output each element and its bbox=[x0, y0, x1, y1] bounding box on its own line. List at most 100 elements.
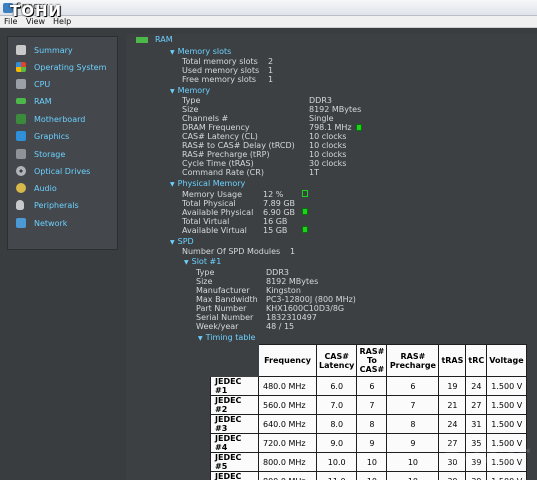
detail-value: Kingston bbox=[266, 286, 301, 295]
timing-cell: 7 bbox=[386, 395, 440, 415]
timing-header: tRAS bbox=[438, 344, 467, 377]
timing-cell: 30 bbox=[438, 471, 467, 480]
timing-cell: 720.0 MHz bbox=[258, 433, 317, 453]
detail-key: Available Physical bbox=[182, 208, 254, 217]
timing-cell: 39 bbox=[465, 471, 488, 480]
timing-cell: 9.0 bbox=[315, 433, 358, 453]
sidebar-item-network[interactable]: Network bbox=[14, 216, 114, 233]
network-icon bbox=[16, 218, 26, 228]
table-row: JEDEC #6 800.0 MHz 11.0 10 10 30 39 1.50… bbox=[210, 471, 527, 480]
detail-value: 1 bbox=[268, 66, 274, 75]
sidebar-item-label: Summary bbox=[34, 46, 73, 55]
timing-cell: 8.0 bbox=[315, 414, 358, 434]
timing-cell: 8 bbox=[386, 414, 440, 434]
detail-key: Size bbox=[196, 277, 213, 286]
detail-value: DDR3 bbox=[309, 96, 332, 105]
timing-header: tRC bbox=[465, 344, 488, 377]
timing-row-label: JEDEC #1 bbox=[210, 376, 259, 396]
sidebar-item-cpu[interactable]: CPU bbox=[14, 77, 114, 94]
timing-cell: 6 bbox=[356, 376, 388, 396]
detail-value: DDR3 bbox=[266, 268, 289, 277]
detail-value: 1 bbox=[268, 75, 274, 84]
timing-cell: 10 bbox=[356, 471, 388, 480]
usage-bar-icon bbox=[302, 208, 308, 215]
timing-cell: 480.0 MHz bbox=[258, 376, 317, 396]
timing-cell: 9 bbox=[356, 433, 388, 453]
detail-key: RAS# to CAS# Delay (tRCD) bbox=[182, 141, 295, 150]
section-spd[interactable]: ▼ SPD bbox=[170, 237, 194, 246]
audio-icon bbox=[16, 183, 26, 193]
sidebar-item-peripherals[interactable]: Peripherals bbox=[14, 198, 114, 215]
detail-key: Used memory slots bbox=[182, 66, 260, 75]
timing-cell: 640.0 MHz bbox=[258, 414, 317, 434]
graphics-icon bbox=[16, 131, 26, 141]
sidebar-item-operating-system[interactable]: Operating System bbox=[14, 60, 114, 77]
detail-key: Total Virtual bbox=[182, 217, 230, 226]
sidebar: Summary Operating System CPU RAM Motherb… bbox=[7, 36, 118, 250]
table-row: JEDEC #3 640.0 MHz 8.0 8 8 24 31 1.500 V bbox=[210, 414, 527, 434]
section-physical-memory[interactable]: ▼ Physical Memory bbox=[170, 179, 245, 188]
timing-cell: 6.0 bbox=[315, 376, 358, 396]
sidebar-item-label: Graphics bbox=[34, 132, 70, 141]
detail-value: 798.1 MHz bbox=[309, 123, 352, 132]
section-title: Slot #1 bbox=[191, 257, 222, 266]
sidebar-item-graphics[interactable]: Graphics bbox=[14, 129, 114, 146]
collapse-triangle-icon: ▼ bbox=[170, 88, 175, 95]
timing-cell: 8 bbox=[356, 414, 388, 434]
detail-value: Single bbox=[309, 114, 334, 123]
sidebar-item-optical-drives[interactable]: Optical Drives bbox=[14, 164, 114, 181]
sidebar-item-label: Storage bbox=[34, 150, 66, 159]
section-memory-slots[interactable]: ▼ Memory slots bbox=[170, 47, 231, 56]
detail-value: 15 GB bbox=[263, 226, 288, 235]
detail-value: 6.90 GB bbox=[263, 208, 296, 217]
section-title: SPD bbox=[177, 237, 194, 246]
timing-cell: 1.500 V bbox=[486, 471, 527, 480]
detail-value: 8192 MBytes bbox=[309, 105, 362, 114]
sidebar-item-summary[interactable]: Summary bbox=[14, 43, 114, 60]
title-bar: Speccy bbox=[0, 0, 537, 16]
storage-icon bbox=[16, 149, 26, 159]
detail-value: 1832310497 bbox=[266, 313, 317, 322]
detail-key: Command Rate (CR) bbox=[182, 168, 264, 177]
timing-cell: 31 bbox=[465, 414, 488, 434]
ram-icon bbox=[136, 37, 148, 43]
detail-key: Type bbox=[182, 96, 201, 105]
timing-cell: 19 bbox=[438, 376, 467, 396]
section-slot-1[interactable]: ▼ Slot #1 bbox=[184, 257, 221, 266]
sidebar-item-label: Network bbox=[34, 219, 68, 228]
windows-icon bbox=[16, 62, 26, 72]
detail-key: Week/year bbox=[196, 322, 239, 331]
peripherals-icon bbox=[16, 200, 24, 210]
detail-key: Manufacturer bbox=[196, 286, 250, 295]
timing-cell: 27 bbox=[465, 395, 488, 415]
timing-cell: 24 bbox=[465, 376, 488, 396]
sidebar-item-storage[interactable]: Storage bbox=[14, 147, 114, 164]
timing-cell: 800.0 MHz bbox=[258, 471, 317, 480]
collapse-triangle-icon: ▼ bbox=[184, 259, 189, 266]
timing-header: RAS# Precharge bbox=[386, 344, 440, 377]
section-timing-table[interactable]: ▼ Timing table bbox=[198, 333, 255, 342]
section-title: Timing table bbox=[205, 333, 256, 342]
detail-key: Cycle Time (tRAS) bbox=[182, 159, 254, 168]
detail-key: Part Number bbox=[196, 304, 247, 313]
timing-header-blank bbox=[210, 344, 259, 377]
section-memory[interactable]: ▼ Memory bbox=[170, 86, 210, 95]
sidebar-item-motherboard[interactable]: Motherboard bbox=[14, 112, 114, 129]
detail-value: 30 clocks bbox=[309, 159, 347, 168]
detail-value: 10 clocks bbox=[309, 132, 347, 141]
sidebar-item-label: Motherboard bbox=[34, 115, 86, 124]
sidebar-item-audio[interactable]: Audio bbox=[14, 181, 114, 198]
overlay-text: ТОНИ bbox=[10, 2, 63, 20]
detail-value: PC3-12800J (800 MHz) bbox=[266, 295, 356, 304]
detail-value: 10 clocks bbox=[309, 141, 347, 150]
timing-cell: 24 bbox=[438, 414, 467, 434]
detail-key: CAS# Latency (CL) bbox=[182, 132, 258, 141]
detail-key: Type bbox=[196, 268, 215, 277]
timing-cell: 560.0 MHz bbox=[258, 395, 317, 415]
detail-key: Available Virtual bbox=[182, 226, 247, 235]
detail-key: RAS# Precharge (tRP) bbox=[182, 150, 270, 159]
detail-value: 12 % bbox=[263, 190, 284, 199]
timing-header-row: Frequency CAS# Latency RAS# To CAS# RAS#… bbox=[210, 344, 527, 377]
sidebar-item-ram[interactable]: RAM bbox=[14, 94, 114, 111]
usage-bar-icon bbox=[302, 226, 308, 233]
